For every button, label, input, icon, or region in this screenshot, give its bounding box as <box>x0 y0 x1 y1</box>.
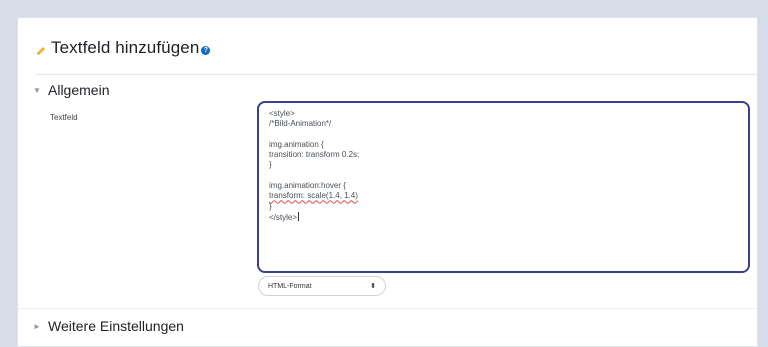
editor-line: img.animation { <box>269 139 324 149</box>
editor-line-text: </style> <box>269 212 298 222</box>
format-select-value: HTML-Format <box>268 282 312 290</box>
editor-line: transform: scale(1.4, 1.4) <box>269 191 358 201</box>
help-icon[interactable]: ? <box>201 45 211 55</box>
chevron-right-icon: ► <box>33 321 41 331</box>
editor-line: transition: transform 0.2s; <box>269 150 360 160</box>
text-cursor <box>298 211 300 221</box>
editor-line: } <box>269 201 272 211</box>
editor-line: img.animation:hover { <box>269 181 346 191</box>
editor-line: } <box>269 160 272 170</box>
format-select[interactable]: HTML-Format ⬍ <box>258 276 386 296</box>
header-divider <box>36 74 757 75</box>
section-general-toggle[interactable]: ▼ Allgemein <box>32 82 109 98</box>
form-card: Textfeld hinzufügen ? ▼ Allgemein Textfe… <box>17 17 758 347</box>
pencil-icon <box>36 43 46 55</box>
section-divider <box>18 308 757 309</box>
section-general-label: Allgemein <box>48 82 110 98</box>
section-more-label: Weitere Einstellungen <box>48 318 184 334</box>
editor-line-last: </style> <box>269 211 738 222</box>
editor-line: /*Bild-Animation*/ <box>269 119 332 129</box>
textfield-editor[interactable]: <style> /*Bild-Animation*/ img.animation… <box>257 101 750 273</box>
chevron-down-icon: ▼ <box>33 85 41 95</box>
editor-line: <style> <box>269 109 295 118</box>
section-more-toggle[interactable]: ► Weitere Einstellungen <box>32 318 184 334</box>
select-arrows-icon: ⬍ <box>370 283 376 290</box>
textfield-label: Textfeld <box>50 113 78 122</box>
page-title: Textfeld hinzufügen <box>51 38 200 57</box>
page-header: Textfeld hinzufügen ? <box>36 38 211 58</box>
